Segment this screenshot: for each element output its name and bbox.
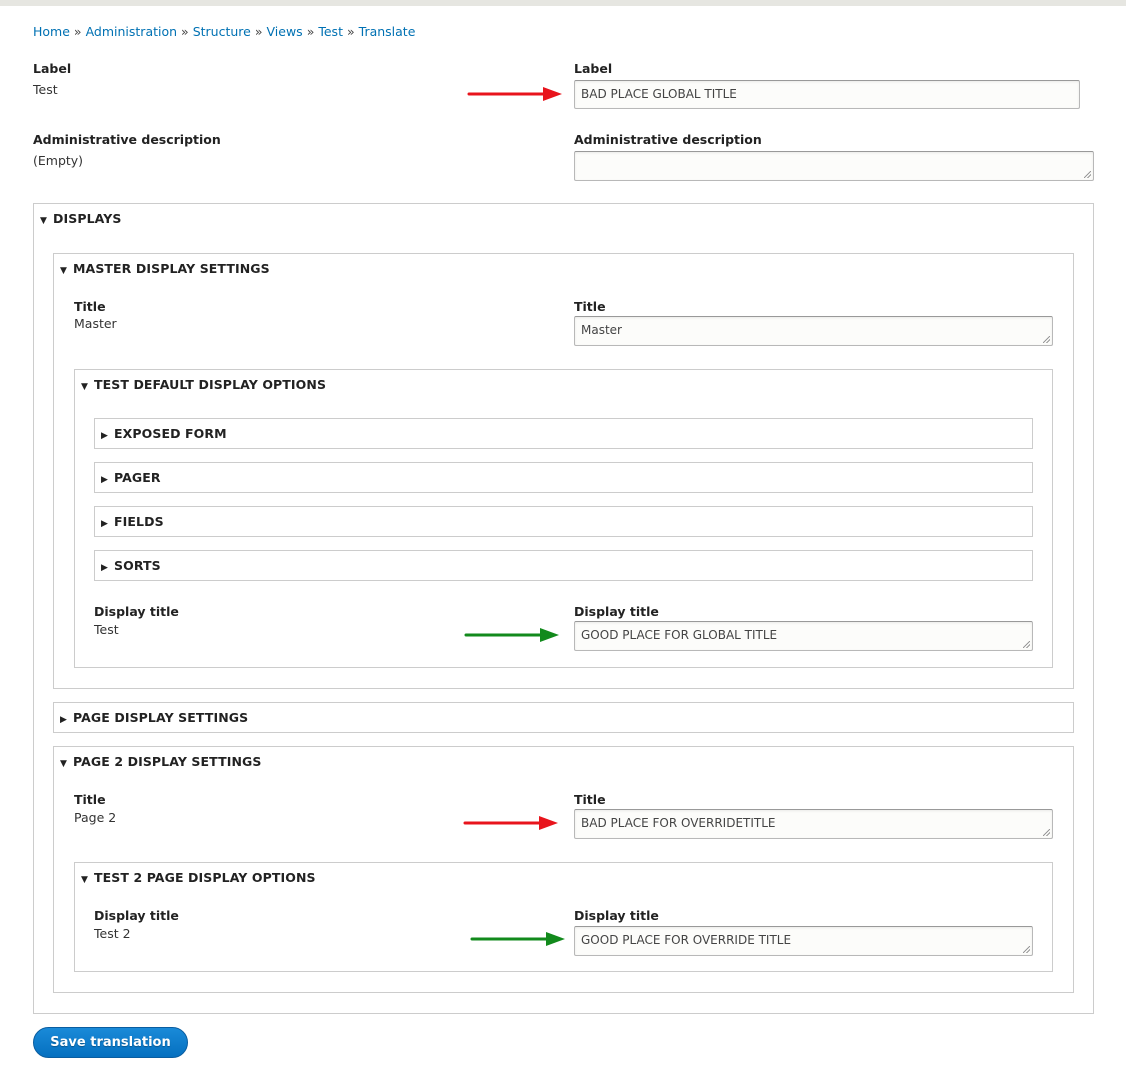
triangle-right-icon: ▶ — [101, 519, 109, 529]
breadcrumb-test[interactable]: Test — [318, 24, 343, 39]
green-arrow-icon — [464, 628, 559, 642]
triangle-right-icon: ▶ — [60, 715, 68, 725]
pager-fieldset[interactable] — [94, 462, 1033, 493]
source-description-value: (Empty) — [33, 153, 84, 168]
page2-display-summary[interactable]: ▼ Page 2 display settings — [60, 754, 261, 769]
breadcrumb-separator: » — [181, 24, 189, 39]
default-display-title-heading: Display title — [94, 604, 179, 619]
label-input[interactable]: BAD PLACE GLOBAL TITLE — [574, 80, 1080, 109]
breadcrumb-separator: » — [254, 24, 263, 39]
exposed-form-fieldset[interactable] — [94, 418, 1033, 449]
red-arrow-icon — [463, 816, 558, 830]
breadcrumb-structure[interactable]: Structure — [193, 24, 251, 39]
top-bar — [0, 0, 1126, 6]
triangle-right-icon: ▶ — [101, 475, 109, 485]
page2-title-input[interactable]: BAD PLACE FOR OVERRIDETITLE — [574, 809, 1053, 839]
master-title-input[interactable]: Master — [574, 316, 1053, 346]
description-textarea[interactable] — [574, 151, 1094, 181]
default-display-title-field-label: Display title — [574, 604, 659, 619]
page2-display-title-input[interactable]: GOOD PLACE FOR OVERRIDE TITLE — [574, 926, 1033, 956]
master-display-summary[interactable]: ▼ Master display settings — [60, 261, 270, 276]
exposed-form-summary[interactable]: ▶ Exposed form — [101, 426, 227, 441]
fields-fieldset[interactable] — [94, 506, 1033, 537]
triangle-right-icon: ▶ — [101, 431, 109, 441]
sorts-fieldset[interactable] — [94, 550, 1033, 581]
breadcrumb-separator: » — [306, 24, 315, 39]
page2-display-title-heading: Display title — [94, 908, 179, 923]
default-display-title-input[interactable]: GOOD PLACE FOR GLOBAL TITLE — [574, 621, 1033, 651]
page2-title-heading: Title — [74, 792, 106, 807]
breadcrumb-home[interactable]: Home — [33, 24, 70, 39]
master-title-value: Master — [74, 316, 117, 331]
source-description-heading: Administrative description — [33, 132, 221, 147]
page2-display-title-field-label: Display title — [574, 908, 659, 923]
fields-summary[interactable]: ▶ Fields — [101, 514, 164, 529]
save-translation-button[interactable]: Save translation — [33, 1027, 188, 1058]
breadcrumb-separator: » — [346, 24, 355, 39]
red-arrow-icon — [467, 87, 562, 101]
triangle-down-icon: ▼ — [40, 216, 48, 226]
triangle-down-icon: ▼ — [81, 382, 89, 392]
page2-display-title-value: Test 2 — [94, 926, 131, 941]
breadcrumb-translate[interactable]: Translate — [359, 24, 416, 39]
default-options-summary[interactable]: ▼ Test default display options — [81, 377, 326, 392]
sorts-summary[interactable]: ▶ Sorts — [101, 558, 161, 573]
triangle-down-icon: ▼ — [60, 266, 68, 276]
triangle-down-icon: ▼ — [81, 875, 89, 885]
breadcrumb: Home» Administration» Structure» Views» Test… — [33, 24, 415, 39]
breadcrumb-administration[interactable]: Administration — [86, 24, 177, 39]
default-display-title-value: Test — [94, 622, 119, 637]
source-label-value: Test — [33, 82, 58, 97]
page2-options-summary[interactable]: ▼ Test 2 page display options — [81, 870, 316, 885]
triangle-right-icon: ▶ — [101, 563, 109, 573]
page-display-summary[interactable]: ▶ Page display settings — [60, 710, 248, 725]
pager-summary[interactable]: ▶ Pager — [101, 470, 161, 485]
source-label-heading: Label — [33, 61, 72, 76]
description-field-label: Administrative description — [574, 132, 762, 147]
master-title-heading: Title — [74, 299, 106, 314]
master-title-field-label: Title — [574, 299, 606, 314]
page2-title-field-label: Title — [574, 792, 606, 807]
page2-title-value: Page 2 — [74, 810, 117, 825]
breadcrumb-separator: » — [73, 24, 82, 39]
breadcrumb-views[interactable]: Views — [267, 24, 303, 39]
triangle-down-icon: ▼ — [60, 759, 68, 769]
green-arrow-icon — [470, 932, 565, 946]
displays-summary[interactable]: ▼ Displays — [40, 211, 122, 226]
label-field-label: Label — [574, 61, 613, 76]
